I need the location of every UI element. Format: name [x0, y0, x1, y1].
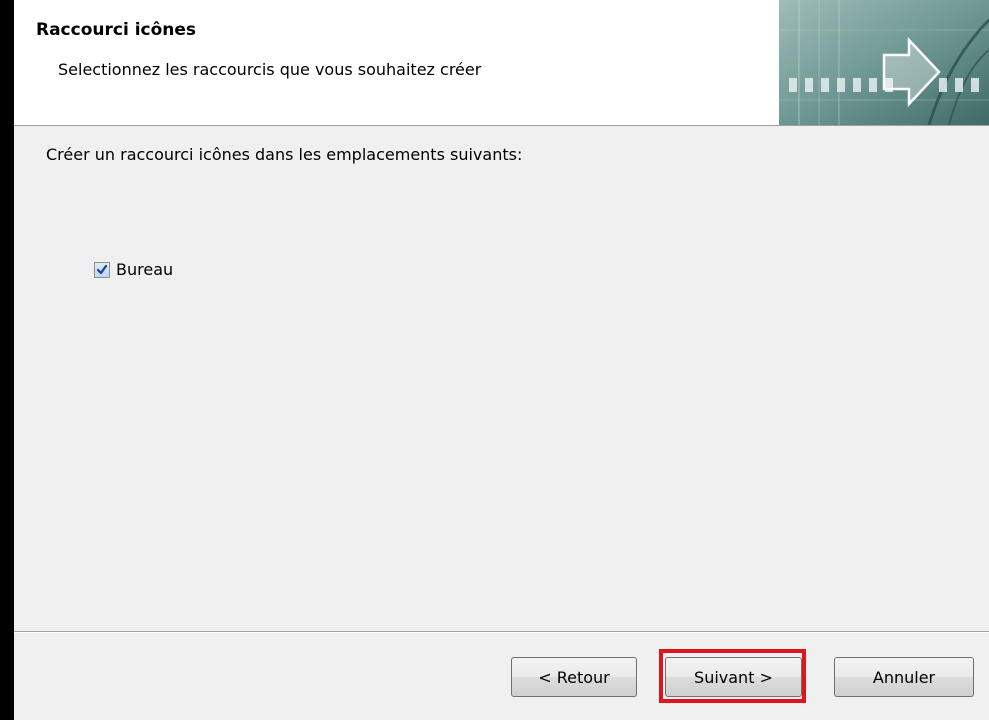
bureau-label: Bureau	[116, 260, 174, 279]
page-subtitle: Selectionnez les raccourcis que vous sou…	[58, 60, 482, 79]
shortcut-instruction: Créer un raccourci icônes dans les empla…	[46, 145, 523, 164]
back-button[interactable]: < Retour	[511, 657, 637, 697]
page-title: Raccourci icônes	[36, 20, 197, 40]
cancel-button[interactable]: Annuler	[834, 657, 974, 697]
wizard-header: Raccourci icônes Selectionnez les raccou…	[14, 0, 989, 126]
footer-divider	[14, 631, 989, 633]
wizard-banner-image	[779, 0, 989, 125]
checkmark-icon	[96, 264, 108, 274]
bureau-option[interactable]: Bureau	[94, 260, 173, 279]
screenshot-frame: Raccourci icônes Selectionnez les raccou…	[0, 0, 989, 720]
installer-wizard-dialog: Raccourci icônes Selectionnez les raccou…	[14, 0, 989, 720]
next-button[interactable]: Suivant >	[665, 657, 802, 697]
bureau-checkbox[interactable]	[94, 261, 110, 278]
